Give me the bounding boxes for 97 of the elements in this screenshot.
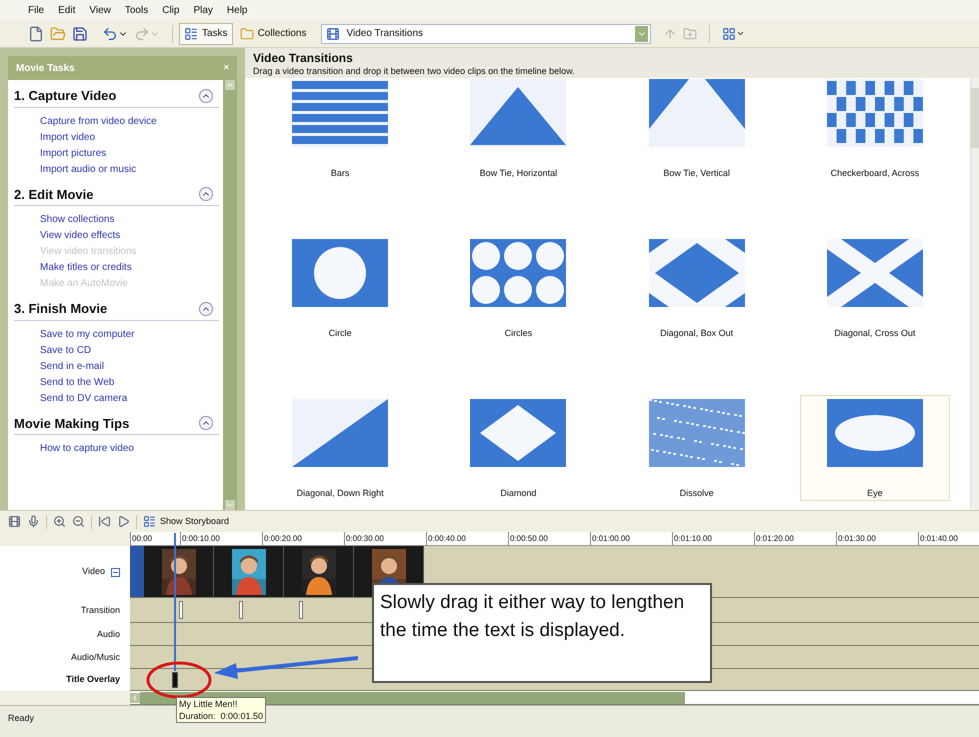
task-link[interactable]: Save to my computer bbox=[40, 326, 219, 342]
ruler-label: 0:00:50.00 bbox=[508, 532, 590, 545]
menu-item[interactable]: Clip bbox=[162, 2, 180, 18]
grid-icon bbox=[722, 26, 736, 40]
collapse-icon[interactable] bbox=[199, 416, 213, 430]
task-link[interactable]: Send in e-mail bbox=[40, 358, 219, 374]
section-title: 3. Finish Movie bbox=[14, 300, 108, 318]
transition-tile[interactable]: Diagonal, Cross Out bbox=[800, 235, 950, 341]
callout-text: Slowly drag it either way to lengthen the time the text is displayed. bbox=[380, 591, 686, 643]
transition-marker[interactable] bbox=[299, 601, 303, 619]
transition-tile[interactable]: Diamond bbox=[443, 395, 594, 501]
tooltip-duration: Duration: 0:00:01.50 bbox=[179, 710, 264, 722]
transition-tile[interactable]: Circle bbox=[265, 235, 416, 341]
transition-tile[interactable]: Checkerboard, Across bbox=[800, 78, 950, 181]
section-title: 1. Capture Video bbox=[14, 87, 116, 105]
ruler-label: 0:01:20.00 bbox=[754, 532, 836, 545]
transition-tile[interactable]: Diagonal, Box Out bbox=[622, 235, 772, 341]
section-title: Movie Making Tips bbox=[14, 414, 130, 433]
transition-tile[interactable]: Bow Tie, Horizontal bbox=[443, 78, 594, 181]
menu-item[interactable]: Tools bbox=[124, 2, 148, 18]
folder-icon bbox=[50, 26, 66, 42]
task-link[interactable]: Send to the Web bbox=[40, 374, 219, 390]
transition-tile[interactable]: Bow Tie, Vertical bbox=[622, 78, 772, 181]
clip-edge bbox=[130, 546, 144, 597]
folder-plus-icon bbox=[683, 26, 698, 40]
task-link[interactable]: Import video bbox=[40, 130, 219, 144]
transition-tile[interactable]: Bars bbox=[265, 78, 416, 181]
undo-arrow-icon bbox=[102, 26, 118, 42]
task-link[interactable]: Import audio or music bbox=[40, 162, 219, 176]
collapse-icon[interactable] bbox=[199, 302, 213, 316]
tooltip-title: My Little Men!! bbox=[179, 698, 239, 710]
ruler-label: 0:00:40.00 bbox=[426, 532, 508, 545]
track-label: Audio/Music bbox=[70, 650, 120, 664]
task-link[interactable]: Show collections bbox=[40, 212, 219, 227]
ruler-label: 0:00:30.00 bbox=[344, 532, 426, 545]
transition-marker[interactable] bbox=[179, 601, 183, 619]
task-link[interactable]: Send to DV camera bbox=[40, 390, 219, 406]
menu-item[interactable]: Edit bbox=[58, 2, 76, 18]
section-title: 2. Edit Movie bbox=[14, 186, 94, 204]
collapse-icon[interactable] bbox=[111, 568, 120, 576]
transition-tile[interactable]: Diagonal, Down Right bbox=[265, 395, 416, 501]
menu-item[interactable]: Help bbox=[226, 2, 248, 18]
collapse-icon[interactable] bbox=[199, 88, 213, 103]
tasks-button[interactable]: Tasks bbox=[179, 22, 233, 44]
track-label: Video bbox=[82, 565, 105, 578]
scroll-thumb[interactable] bbox=[971, 88, 979, 148]
task-link[interactable]: Capture from video device bbox=[40, 114, 219, 128]
location-dropdown[interactable]: Video Transitions bbox=[321, 24, 652, 44]
transition-tile[interactable]: Dissolve bbox=[622, 395, 772, 501]
timeline-view-icon[interactable] bbox=[8, 515, 21, 528]
ruler-label: 0:01:00.00 bbox=[590, 532, 672, 545]
folder-icon bbox=[240, 26, 254, 40]
menu-item[interactable]: File bbox=[28, 2, 44, 18]
task-link[interactable]: Save to CD bbox=[40, 342, 219, 358]
content-title: Video Transitions bbox=[253, 51, 354, 65]
zoom-in-icon[interactable] bbox=[53, 515, 66, 528]
film-icon bbox=[326, 26, 340, 40]
track-label: Audio bbox=[96, 628, 120, 641]
task-link[interactable]: Import pictures bbox=[40, 146, 219, 160]
highlight-ellipse bbox=[145, 660, 213, 700]
video-clip[interactable] bbox=[284, 546, 354, 597]
ruler-label: 0:00:20.00 bbox=[262, 532, 344, 545]
ruler-label: 0:01:10.00 bbox=[672, 532, 754, 545]
video-clip[interactable] bbox=[214, 546, 284, 597]
scrollbar[interactable] bbox=[970, 78, 979, 510]
zoom-out-icon[interactable] bbox=[72, 515, 85, 528]
title-clip[interactable] bbox=[172, 672, 178, 688]
task-link[interactable]: View video effects bbox=[40, 228, 219, 243]
caret-icon bbox=[736, 29, 746, 38]
menu-item[interactable]: Play bbox=[193, 2, 213, 18]
list-icon bbox=[143, 515, 156, 528]
video-clip[interactable] bbox=[144, 546, 214, 597]
transition-tile[interactable]: Eye bbox=[800, 395, 950, 501]
status-text: Ready bbox=[8, 713, 34, 723]
ruler-label: 0:01:40.00 bbox=[918, 532, 979, 545]
redo-arrow-icon bbox=[134, 26, 150, 42]
show-storyboard-button[interactable]: Show Storyboard bbox=[143, 514, 230, 528]
ruler-label: 0:01:30.00 bbox=[836, 532, 918, 545]
content-description: Drag a video transition and drop it between two video clips on the timeline below. bbox=[253, 65, 576, 77]
task-link[interactable]: Make titles or credits bbox=[40, 260, 219, 275]
collections-button[interactable]: Collections bbox=[234, 22, 312, 44]
list-icon bbox=[184, 26, 198, 40]
transition-tile[interactable]: Circles bbox=[443, 235, 594, 341]
location-text: Video Transitions bbox=[346, 27, 424, 41]
rewind-icon[interactable] bbox=[98, 515, 111, 528]
menu-item[interactable]: View bbox=[89, 2, 111, 18]
play-icon[interactable] bbox=[117, 515, 130, 528]
track-label: Transition bbox=[80, 604, 120, 617]
task-pane-title: Movie Tasks bbox=[16, 62, 75, 76]
transition-marker[interactable] bbox=[239, 601, 243, 619]
task-link[interactable]: How to capture video bbox=[40, 441, 219, 456]
time-ruler[interactable]: 00:00 0:00:10.00 0:00:20.00 0:00:30.00 0:00:40.00 0:00:50.00 0:01:00.00 0:01:10.00 0:01:20.00 0:01:30.00 0:01:40.00 bbox=[130, 532, 979, 546]
file-icon bbox=[28, 26, 44, 42]
ruler-label: 0:00:10.00 bbox=[180, 532, 262, 545]
track-label: Title Overlay bbox=[66, 673, 120, 686]
microphone-icon[interactable] bbox=[27, 515, 40, 528]
collapse-icon[interactable] bbox=[199, 187, 213, 202]
